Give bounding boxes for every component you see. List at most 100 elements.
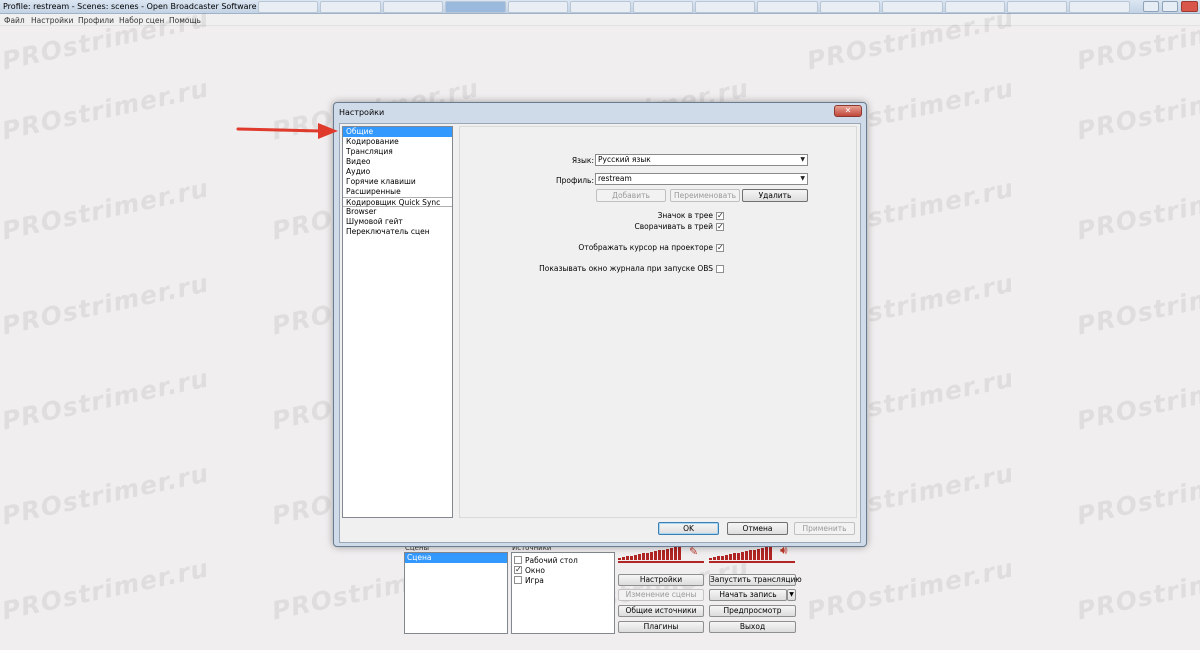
desktop-volume-meter[interactable] <box>709 546 772 560</box>
category-scene-switcher[interactable]: Переключатель сцен <box>343 227 452 237</box>
plugins-button[interactable]: Плагины <box>618 621 704 633</box>
dialog-title: Настройки <box>339 108 385 117</box>
meter-bar <box>666 549 669 560</box>
menu-help[interactable]: Помощь <box>169 16 201 25</box>
start-stream-button[interactable]: Запустить трансляцию <box>709 574 802 586</box>
window-title: Profile: restream - Scenes: scenes - Ope… <box>3 2 292 11</box>
watermark: PROstrimer.ru <box>1074 73 1200 146</box>
mic-volume-slider[interactable] <box>618 561 704 563</box>
log-window-checkbox[interactable] <box>716 264 724 273</box>
mic-volume-meter[interactable] <box>618 546 681 560</box>
source-checkbox[interactable] <box>514 556 522 564</box>
preview-button[interactable]: Предпросмотр <box>709 605 796 617</box>
taskbar-tab[interactable] <box>570 1 631 13</box>
category-general[interactable]: Общие <box>343 127 452 137</box>
settings-button[interactable]: Настройки <box>618 574 704 586</box>
source-label: Окно <box>525 565 545 575</box>
taskbar-tab[interactable] <box>819 1 881 13</box>
source-checkbox[interactable] <box>514 576 522 584</box>
taskbar-tab[interactable] <box>694 1 756 13</box>
taskbar-tab[interactable] <box>1007 1 1068 13</box>
apply-button[interactable]: Применить <box>794 522 855 535</box>
category-encoding[interactable]: Кодирование <box>343 137 452 147</box>
menu-profiles[interactable]: Профили <box>78 16 114 25</box>
tray-icon-option[interactable]: Значок в трее <box>580 211 724 220</box>
projector-cursor-checkbox[interactable] <box>716 243 724 252</box>
category-hotkeys[interactable]: Горячие клавиши <box>343 177 452 187</box>
minimize-tray-checkbox[interactable] <box>716 222 724 231</box>
meter-bar <box>745 551 748 560</box>
category-noise-gate[interactable]: Шумовой гейт <box>343 217 452 227</box>
delete-profile-button[interactable]: Удалить <box>742 189 808 202</box>
meter-bar <box>737 553 740 560</box>
tray-icon-label: Значок в трее <box>657 211 713 220</box>
category-advanced[interactable]: Расширенные <box>343 187 452 197</box>
rename-profile-button[interactable]: Переименовать <box>670 189 740 202</box>
taskbar-tab[interactable] <box>445 1 506 13</box>
add-profile-button[interactable]: Добавить <box>596 189 666 202</box>
taskbar-tab[interactable] <box>944 1 1006 13</box>
watermark: PROstrimer.ru <box>1074 173 1200 246</box>
source-checkbox[interactable] <box>514 565 522 574</box>
watermark: PROstrimer.ru <box>0 173 212 246</box>
taskbar-tab[interactable] <box>382 1 444 13</box>
meter-bar <box>638 554 641 560</box>
scene-item[interactable]: Сцена <box>405 553 507 563</box>
edit-scene-button[interactable]: Изменение сцены <box>618 589 704 601</box>
menu-file[interactable]: Файл <box>4 16 25 25</box>
log-window-label: Показывать окно журнала при запуске OBS <box>539 264 713 273</box>
meter-bar <box>741 552 744 560</box>
tray-icon-checkbox[interactable] <box>716 211 724 220</box>
category-browser[interactable]: Browser <box>343 207 452 217</box>
chevron-down-icon: ▼ <box>800 156 805 163</box>
scenes-list[interactable]: Сцена <box>404 552 508 634</box>
profile-combobox[interactable]: restream ▼ <box>595 173 808 185</box>
exit-button[interactable]: Выход <box>709 621 796 633</box>
watermark: PROstrimer.ru <box>0 268 212 341</box>
source-item[interactable]: Рабочий стол <box>512 555 614 565</box>
meter-bar <box>662 550 665 560</box>
settings-category-list[interactable]: Общие Кодирование Трансляция Видео Аудио… <box>342 126 453 518</box>
category-broadcast[interactable]: Трансляция <box>343 147 452 157</box>
desktop-volume-slider[interactable] <box>709 561 795 563</box>
projector-cursor-option[interactable]: Отображать курсор на проекторе <box>520 243 724 252</box>
start-record-button[interactable]: Начать запись <box>709 589 787 601</box>
meter-bar <box>622 557 625 560</box>
minimize-button[interactable] <box>1143 1 1159 12</box>
cancel-button[interactable]: Отмена <box>727 522 788 535</box>
taskbar-tab[interactable] <box>757 1 818 13</box>
meter-bar <box>761 548 764 560</box>
watermark: PROstrimer.ru <box>0 363 212 436</box>
language-label: Язык: <box>571 156 594 165</box>
record-dropdown-icon[interactable]: ▼ <box>787 589 796 601</box>
menu-scene-collection[interactable]: Набор сцен <box>119 16 164 25</box>
dialog-close-button[interactable]: ✕ <box>834 105 862 117</box>
meter-bar <box>674 547 677 560</box>
sources-list[interactable]: Рабочий стол Окно Игра <box>511 552 615 634</box>
taskbar-tab[interactable] <box>1069 1 1130 13</box>
source-label: Игра <box>525 575 544 585</box>
category-video[interactable]: Видео <box>343 157 452 167</box>
taskbar-tab[interactable] <box>632 1 693 13</box>
source-item[interactable]: Окно <box>512 565 614 575</box>
taskbar-tab[interactable] <box>507 1 569 13</box>
profile-value: restream <box>598 174 632 183</box>
ok-button[interactable]: OK <box>658 522 719 535</box>
meter-bar <box>765 547 768 560</box>
meter-bar <box>717 556 720 560</box>
menu-settings[interactable]: Настройки <box>31 16 73 25</box>
global-sources-button[interactable]: Общие источники <box>618 605 704 617</box>
close-window-button[interactable] <box>1181 1 1198 12</box>
category-audio[interactable]: Аудио <box>343 167 452 177</box>
taskbar-tab[interactable] <box>882 1 943 13</box>
source-item[interactable]: Игра <box>512 575 614 585</box>
language-select[interactable]: Русский язык ▼ <box>595 154 808 166</box>
log-window-option[interactable]: Показывать окно журнала при запуске OBS <box>480 264 724 273</box>
watermark: PROstrimer.ru <box>1074 553 1200 626</box>
maximize-button[interactable] <box>1162 1 1178 12</box>
meter-bar <box>721 556 724 560</box>
minimize-tray-option[interactable]: Сворачивать в трей <box>580 222 724 231</box>
taskbar-tab[interactable] <box>258 1 319 13</box>
category-quick-sync[interactable]: Кодировщик Quick Sync <box>343 197 452 207</box>
taskbar-tab[interactable] <box>320 1 381 13</box>
